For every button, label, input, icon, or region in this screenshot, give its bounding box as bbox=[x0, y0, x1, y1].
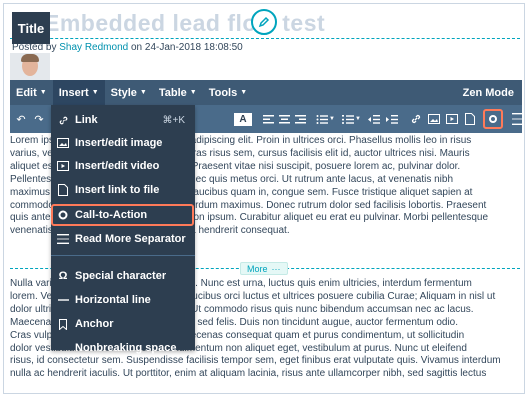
align-right-icon[interactable] bbox=[292, 105, 308, 133]
ellipsis-icon: ··· bbox=[271, 263, 281, 274]
edit-pencil-icon[interactable] bbox=[251, 9, 277, 35]
outdent-icon[interactable] bbox=[366, 105, 382, 133]
caret-down-icon[interactable]: ▼ bbox=[354, 105, 362, 133]
image-icon[interactable] bbox=[426, 105, 442, 133]
menu-edit-label: Edit bbox=[16, 86, 37, 99]
editor-frame: Title Embedded lead flow test Posted by … bbox=[3, 3, 525, 394]
menu-item-nonbreaking-space[interactable]: Nonbreaking space bbox=[51, 338, 195, 358]
redo-icon[interactable]: ↷ bbox=[32, 105, 46, 133]
menu-item-special-character[interactable]: Ω Special character bbox=[51, 266, 195, 286]
align-left-icon[interactable] bbox=[260, 105, 276, 133]
text-line: nulla ac hendrerit iaculis. Ut porttitor… bbox=[10, 368, 487, 380]
zen-mode-button[interactable]: Zen Mode bbox=[455, 80, 522, 105]
menu-item-insert-video[interactable]: Insert/edit video bbox=[51, 156, 195, 176]
file-icon bbox=[51, 184, 75, 196]
undo-icon[interactable]: ↶ bbox=[14, 105, 28, 133]
menu-item-insert-file-link[interactable]: Insert link to file bbox=[51, 180, 195, 200]
menu-item-label: Call-to-Action bbox=[75, 209, 148, 221]
menu-tools[interactable]: Tools ▼ bbox=[203, 80, 253, 105]
link-icon bbox=[51, 115, 75, 126]
video-icon[interactable] bbox=[444, 105, 460, 133]
title-badge: Title bbox=[12, 12, 50, 44]
menu-edit[interactable]: Edit ▼ bbox=[10, 80, 53, 105]
caret-down-icon: ▼ bbox=[139, 89, 147, 96]
cta-icon bbox=[51, 210, 75, 220]
menu-item-label: Horizontal line bbox=[75, 294, 151, 306]
read-more-badge[interactable]: More ··· bbox=[240, 262, 288, 275]
read-more-icon bbox=[51, 234, 75, 244]
menu-item-label: Insert/edit image bbox=[75, 137, 163, 149]
document-icon[interactable] bbox=[462, 105, 478, 133]
menu-item-anchor[interactable]: Anchor bbox=[51, 314, 195, 334]
menu-item-label: Nonbreaking space bbox=[75, 342, 177, 354]
title-module-border bbox=[10, 38, 520, 39]
menu-item-horizontal-line[interactable]: Horizontal line bbox=[51, 290, 195, 310]
menu-item-label: Read More Separator bbox=[75, 233, 186, 245]
horizontal-line-icon bbox=[51, 298, 75, 302]
caret-down-icon: ▼ bbox=[240, 89, 248, 96]
menu-item-label: Special character bbox=[75, 270, 167, 282]
editor-menubar: Edit ▼ Insert ▼ Style ▼ Table ▼ Tools ▼ Zen M… bbox=[10, 80, 522, 105]
menu-style-label: Style bbox=[110, 86, 137, 99]
menu-insert[interactable]: Insert ▼ bbox=[52, 80, 105, 105]
menu-tools-label: Tools bbox=[208, 86, 238, 99]
menu-divider bbox=[51, 255, 195, 256]
image-icon bbox=[51, 138, 75, 148]
call-to-action-icon[interactable] bbox=[483, 109, 503, 129]
menu-table[interactable]: Table ▼ bbox=[153, 80, 203, 105]
post-title[interactable]: Embedded lead flow test bbox=[44, 10, 325, 37]
align-center-icon[interactable] bbox=[276, 105, 292, 133]
insert-menu: Link ⌘+K Insert/edit image Insert/edit v… bbox=[51, 105, 195, 354]
read-more-separator-icon[interactable] bbox=[510, 105, 524, 133]
menu-item-label: Insert/edit video bbox=[75, 160, 160, 172]
menu-item-label: Insert link to file bbox=[75, 184, 160, 196]
menu-insert-label: Insert bbox=[58, 86, 89, 99]
read-more-label: More bbox=[247, 263, 268, 274]
menu-item-insert-image[interactable]: Insert/edit image bbox=[51, 133, 195, 153]
font-color-button[interactable]: A bbox=[231, 105, 255, 133]
author-link[interactable]: Shay Redmond bbox=[59, 42, 128, 53]
menu-item-link[interactable]: Link ⌘+K bbox=[51, 110, 195, 130]
shortcut-label: ⌘+K bbox=[162, 114, 185, 126]
menu-table-label: Table bbox=[158, 86, 187, 99]
link-icon[interactable] bbox=[408, 105, 424, 133]
caret-down-icon: ▼ bbox=[39, 89, 47, 96]
caret-down-icon: ▼ bbox=[91, 89, 99, 96]
author-avatar bbox=[10, 53, 50, 80]
font-color-label: A bbox=[234, 112, 252, 126]
caret-down-icon: ▼ bbox=[189, 89, 197, 96]
menu-item-label: Link bbox=[75, 114, 98, 126]
indent-icon[interactable] bbox=[384, 105, 400, 133]
menu-item-read-more-separator[interactable]: Read More Separator bbox=[51, 229, 195, 249]
caret-down-icon[interactable]: ▼ bbox=[328, 105, 336, 133]
video-icon bbox=[51, 161, 75, 171]
menu-item-label: Anchor bbox=[75, 318, 114, 330]
byline-date: on 24-Jan-2018 18:08:50 bbox=[130, 42, 243, 53]
menu-item-call-to-action[interactable]: Call-to-Action bbox=[51, 205, 195, 225]
omega-icon: Ω bbox=[58, 270, 68, 282]
bookmark-icon bbox=[51, 318, 75, 330]
menu-style[interactable]: Style ▼ bbox=[105, 80, 153, 105]
